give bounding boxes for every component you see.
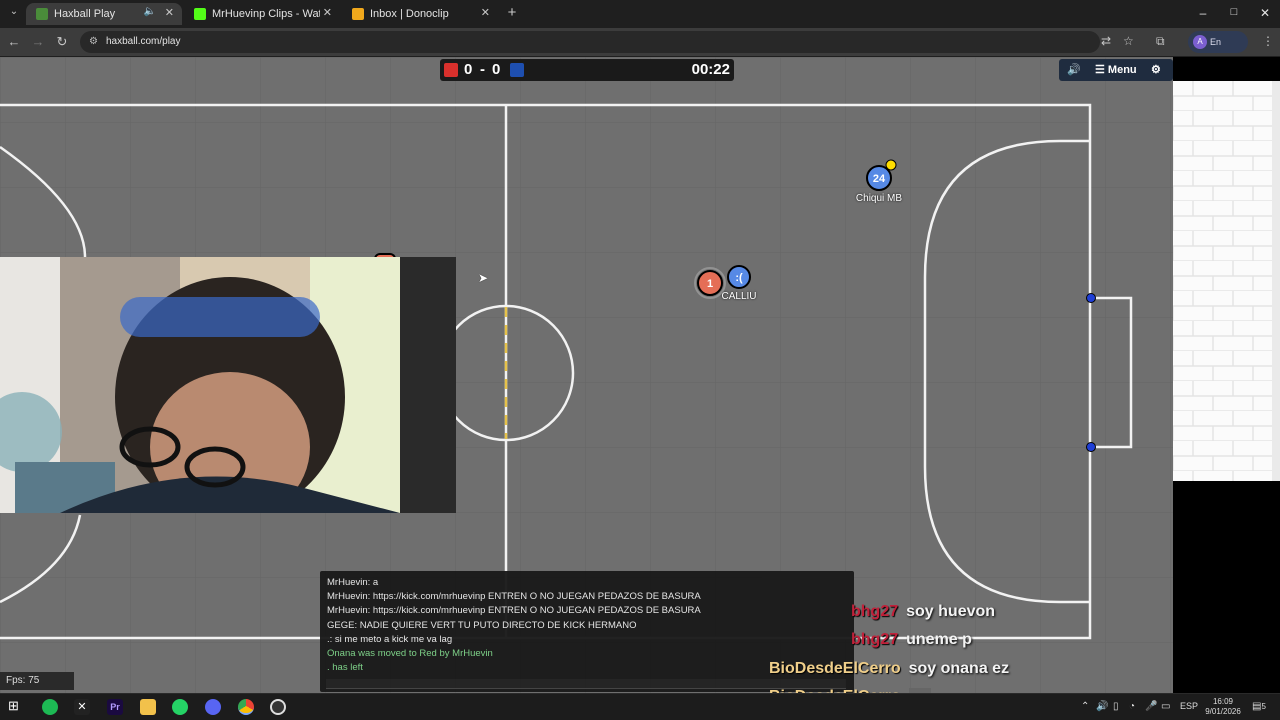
webcam-overlay xyxy=(0,257,456,513)
clock-time: 16:09 xyxy=(1212,697,1234,706)
brick-wall-background xyxy=(1173,81,1280,481)
webcam-image xyxy=(0,257,456,513)
spotify-icon[interactable] xyxy=(42,699,58,715)
tab-search-icon[interactable]: ⌄ xyxy=(6,6,22,17)
fps-counter: Fps: 75 xyxy=(0,672,74,690)
goal-post-top xyxy=(1086,293,1096,303)
extensions-icon[interactable]: ⧉ xyxy=(1156,34,1165,49)
chat-input[interactable] xyxy=(326,679,846,689)
bookmark-star-icon[interactable]: ☆ xyxy=(1123,34,1134,48)
close-window-button[interactable]: ✕ xyxy=(1255,6,1275,20)
chat-notice: Onana was moved to Red by MrHuevin xyxy=(327,647,493,659)
kick-favicon-icon xyxy=(194,8,206,20)
tab-haxball[interactable]: Haxball Play 🔈 ✕ xyxy=(26,3,182,25)
file-explorer-icon[interactable] xyxy=(140,699,156,715)
menu-label: Menu xyxy=(1107,64,1137,76)
close-tab-icon[interactable]: ✕ xyxy=(165,6,174,19)
settings-gear-icon[interactable]: ⚙ xyxy=(1151,63,1161,76)
score-red: 0 xyxy=(464,61,473,78)
chrome-icon[interactable] xyxy=(238,699,254,715)
new-tab-button[interactable]: + xyxy=(504,4,520,21)
chat-message: MrHuevin: https://kick.com/mrhuevinp ENT… xyxy=(327,591,701,603)
chat-message: .: si me meto a kick me va lag xyxy=(327,633,453,645)
stream-chat-line: BioDesdeElCerro soy onana ez xyxy=(769,660,1009,678)
stream-chat-message: soy huevon xyxy=(906,603,996,620)
display-icon[interactable]: ▭ xyxy=(1161,701,1170,712)
tab-donoclip[interactable]: Inbox | Donoclip ✕ xyxy=(342,3,498,25)
profile-button[interactable]: A En pausa xyxy=(1188,31,1248,69)
clock[interactable]: 16:09 9/01/2026 xyxy=(1203,697,1243,717)
speaker-icon[interactable]: 🔈 xyxy=(144,6,156,17)
goal-post-bottom xyxy=(1086,442,1096,452)
clock-date: 9/01/2026 xyxy=(1205,707,1241,716)
stream-chat-message: uneme p xyxy=(906,631,972,648)
game-menu-bar: 🔊 ☰ Menu ⚙ xyxy=(1059,59,1173,81)
site-info-icon[interactable]: ⚙ xyxy=(89,31,98,53)
microphone-icon[interactable]: 🎤 xyxy=(1145,701,1157,712)
score-separator: - xyxy=(480,61,485,78)
scrollbar[interactable] xyxy=(1272,81,1280,481)
mouse-cursor-icon: ➤ xyxy=(478,271,489,285)
blue-team-icon xyxy=(510,63,524,77)
player-avatar: :( xyxy=(735,272,743,284)
stream-chat-username: BioDesdeElCerro xyxy=(769,660,901,677)
stream-chat-line: bhg27 soy huevon xyxy=(851,603,995,621)
back-button[interactable]: ← xyxy=(6,34,22,49)
score-blue: 0 xyxy=(492,61,501,78)
player-name: Chiqui MB xyxy=(855,193,903,204)
maximize-button[interactable]: □ xyxy=(1224,6,1244,18)
ball xyxy=(885,159,897,171)
chat-message: MrHuevin: https://kick.com/mrhuevinp ENT… xyxy=(327,605,701,617)
network-icon[interactable]: ◔ xyxy=(1129,701,1135,712)
tab-kick-clips[interactable]: MrHuevinp Clips - Watch Live o ✕ xyxy=(184,3,340,25)
game-timer: 00:22 xyxy=(691,61,730,78)
whatsapp-icon[interactable] xyxy=(172,699,188,715)
notification-count: 5 xyxy=(1261,702,1266,711)
forward-button[interactable]: → xyxy=(30,34,46,49)
obs-icon[interactable] xyxy=(270,699,286,715)
player-name: CALLIU xyxy=(721,291,757,302)
player-avatar: 24 xyxy=(873,173,886,185)
browser-menu-icon[interactable]: ⋮ xyxy=(1262,34,1274,48)
tray-overflow-icon[interactable]: ⌃ xyxy=(1081,701,1089,712)
translate-icon[interactable]: ⇄ xyxy=(1101,34,1111,48)
sound-icon[interactable]: 🔊 xyxy=(1067,63,1081,76)
language-indicator[interactable]: ESP xyxy=(1180,701,1198,711)
windows-taskbar: ⊞ ✕ Pr ⌃ 🔊 ▯ ◔ 🎤 ▭ ESP 16:09 9/01/2026 ▤… xyxy=(0,693,1280,720)
capcut-icon[interactable]: ✕ xyxy=(74,699,90,715)
red-team-icon xyxy=(444,63,458,77)
avatar: A xyxy=(1193,35,1207,49)
windows-start-icon[interactable]: ⊞ xyxy=(8,698,24,714)
close-tab-icon[interactable]: ✕ xyxy=(323,6,332,19)
scoreboard: 0 - 0 00:22 xyxy=(440,59,734,81)
notification-icon[interactable]: ▤5 xyxy=(1252,701,1266,712)
premiere-icon[interactable]: Pr xyxy=(107,699,123,715)
address-bar[interactable]: ⚙ haxball.com/play xyxy=(80,31,1100,53)
volume-icon[interactable]: 🔊 xyxy=(1096,701,1108,712)
stream-chat-username: bhg27 xyxy=(851,603,899,620)
browser-toolbar: ← → ↻ ⚙ haxball.com/play ⇄ ☆ ⧉ A En paus… xyxy=(0,28,1280,69)
stream-chat-username: bhg27 xyxy=(851,631,899,648)
chat-message: GEGE: NADIE QUIERE VERT TU PUTO DIRECTO … xyxy=(327,619,637,631)
player-avatar: 1 xyxy=(707,278,713,290)
url-text: haxball.com/play xyxy=(106,36,181,47)
chat-message: MrHuevin: a xyxy=(327,577,379,588)
reload-button[interactable]: ↻ xyxy=(54,34,70,50)
minimize-button[interactable]: – xyxy=(1193,6,1213,20)
close-tab-icon[interactable]: ✕ xyxy=(481,6,490,19)
browser-tab-bar: ⌄ Haxball Play 🔈 ✕ MrHuevinp Clips - Wat… xyxy=(0,0,1280,28)
tab-title: MrHuevinp Clips - Watch Live o xyxy=(212,8,320,20)
tab-title: Inbox | Donoclip xyxy=(370,8,449,20)
discord-icon[interactable] xyxy=(205,699,221,715)
stream-chat-line: bhg27 uneme p xyxy=(851,631,972,649)
haxball-favicon-icon xyxy=(36,8,48,20)
battery-icon[interactable]: ▯ xyxy=(1113,701,1119,712)
right-side-panel xyxy=(1173,57,1280,693)
donoclip-favicon-icon xyxy=(352,8,364,20)
stream-chat-message: soy onana ez xyxy=(908,660,1010,677)
menu-button[interactable]: ☰ Menu xyxy=(1095,63,1137,76)
